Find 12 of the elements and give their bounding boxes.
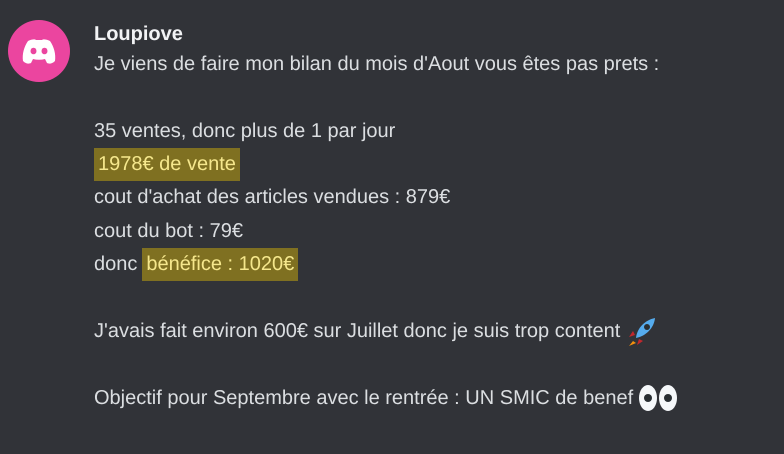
message-text: J'avais fait environ 600€ sur Juillet donc je suis trop content bbox=[94, 318, 620, 344]
message-text: cout d'achat des articles vendues : 879€ bbox=[94, 185, 450, 210]
highlighted-text: bénéfice : 1020€ bbox=[142, 248, 298, 282]
highlighted-text: 1978€ de vente bbox=[94, 148, 240, 181]
message-text: Je viens de faire mon bilan du mois d'Aout vous êtes pas prets : bbox=[94, 52, 660, 77]
author-name[interactable]: Loupiove bbox=[94, 18, 678, 48]
message-text: 35 ventes, donc plus de 1 par jour bbox=[94, 118, 396, 144]
message-text: donc bbox=[94, 252, 138, 277]
game-controller-icon bbox=[21, 37, 57, 65]
message-text: Objectif pour Septembre avec le rentrée : UN SMIC de benef bbox=[94, 386, 634, 410]
message-text: cout du bot : 79€ bbox=[94, 218, 244, 244]
eyes-icon bbox=[638, 383, 678, 414]
